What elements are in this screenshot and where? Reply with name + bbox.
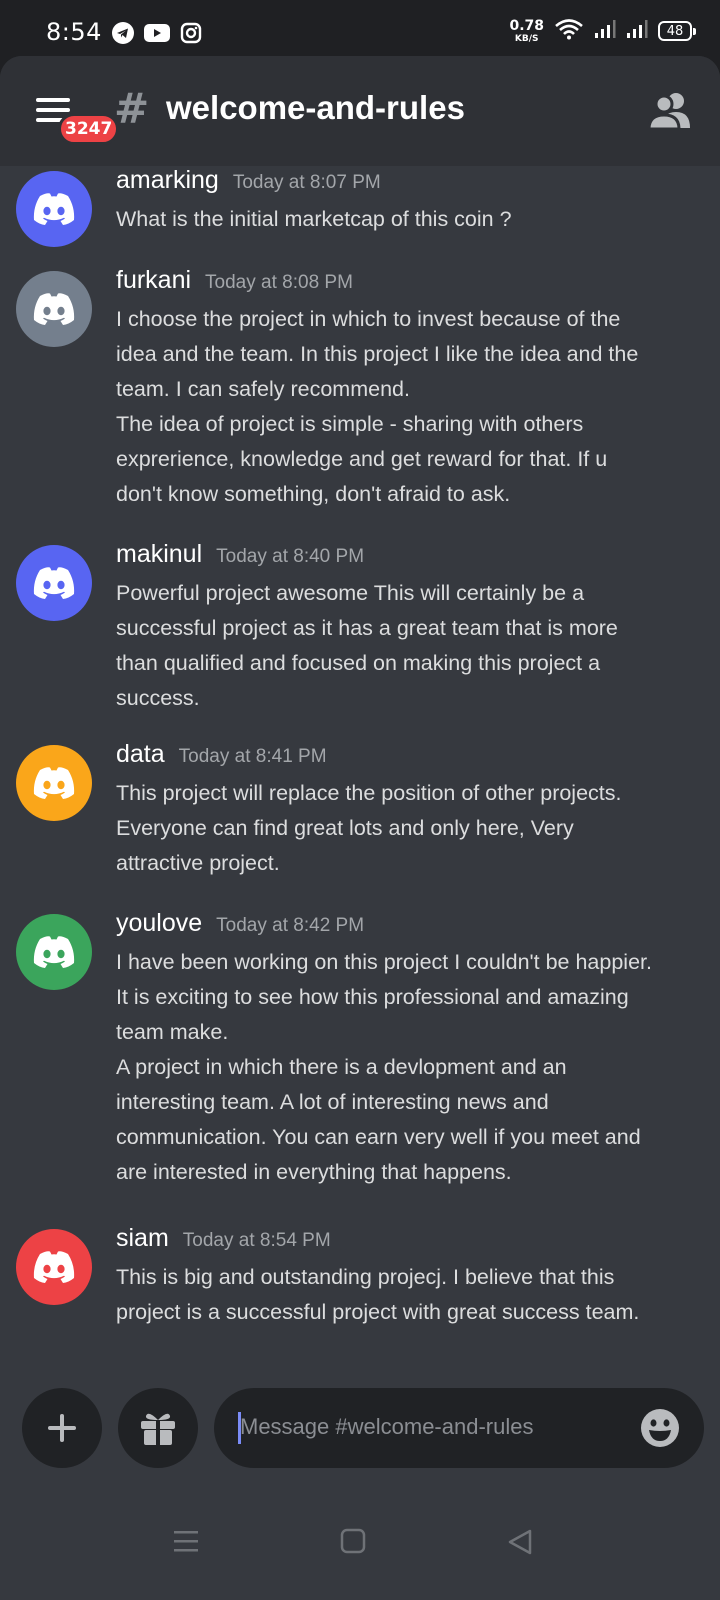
message-line: than qualified and focused on making thi… <box>116 651 601 675</box>
message-line: idea and the team. In this project I lik… <box>116 342 639 366</box>
message-content: I choose the project in which to invest … <box>116 302 716 512</box>
message-line: This project will replace the position o… <box>116 781 622 805</box>
message-header: youlove Today at 8:42 PM <box>116 909 364 938</box>
smiley-icon <box>641 1409 679 1447</box>
message-line: A project in which there is a devlopment… <box>116 1055 567 1079</box>
message-input-placeholder: Message #welcome-and-rules <box>240 1414 534 1439</box>
discord-logo-icon <box>33 936 75 968</box>
message-header: furkani Today at 8:08 PM <box>116 266 353 295</box>
back-button[interactable] <box>506 1528 534 1560</box>
status-right: 0.78 KB/S 48 <box>509 18 696 44</box>
message-line: exprerience, knowledge and get reward fo… <box>116 447 608 471</box>
network-speed-value: 0.78 <box>509 17 544 34</box>
network-speed: 0.78 KB/S <box>509 19 544 44</box>
emoji-button[interactable] <box>640 1408 680 1452</box>
channel-title[interactable]: welcome-and-rules <box>166 89 465 127</box>
message-line: don't know something, don't afraid to as… <box>116 482 511 506</box>
avatar[interactable] <box>16 545 92 621</box>
timestamp: Today at 8:54 PM <box>182 1230 331 1251</box>
message-content: Powerful project awesome This will certa… <box>116 576 716 716</box>
back-triangle-icon <box>508 1529 532 1555</box>
message-line: team. I can safely recommend. <box>116 377 410 401</box>
avatar[interactable] <box>16 171 92 247</box>
status-app-icons <box>112 22 202 44</box>
gift-button[interactable] <box>118 1388 198 1468</box>
message-line: It is exciting to see how this professio… <box>116 985 629 1009</box>
message-line: What is the initial marketcap of this co… <box>116 207 512 231</box>
message-composer: Message #welcome-and-rules <box>0 1388 720 1478</box>
message-line: attractive project. <box>116 851 280 875</box>
system-navigation-bar <box>0 1500 720 1600</box>
plus-icon <box>48 1414 76 1442</box>
discord-logo-icon <box>33 193 75 225</box>
username[interactable]: data <box>116 740 165 769</box>
message-content: This is big and outstanding projecj. I b… <box>116 1260 716 1330</box>
square-icon <box>340 1528 366 1554</box>
message-line: communication. You can earn very well if… <box>116 1125 641 1149</box>
message-content: This project will replace the position o… <box>116 776 716 881</box>
message-input[interactable]: Message #welcome-and-rules <box>214 1388 704 1468</box>
avatar[interactable] <box>16 1229 92 1305</box>
message-line: Powerful project awesome This will certa… <box>116 581 585 605</box>
username[interactable]: furkani <box>116 266 191 295</box>
channel-hash-icon: # <box>114 84 150 133</box>
timestamp: Today at 8:07 PM <box>232 172 381 193</box>
gift-icon <box>141 1413 175 1445</box>
message-line: success. <box>116 686 200 710</box>
message-header: siam Today at 8:54 PM <box>116 1224 331 1253</box>
recent-apps-button[interactable] <box>172 1528 200 1558</box>
message-content: I have been working on this project I co… <box>116 945 716 1190</box>
message-line: are interested in everything that happen… <box>116 1160 512 1184</box>
channel-header: 3247 # welcome-and-rules <box>0 56 720 166</box>
network-speed-unit: KB/S <box>514 33 539 44</box>
timestamp: Today at 8:08 PM <box>205 272 353 293</box>
avatar[interactable] <box>16 914 92 990</box>
members-button[interactable] <box>647 90 692 134</box>
username[interactable]: siam <box>116 1224 169 1253</box>
signal-icon-sim1 <box>594 19 616 43</box>
discord-logo-icon <box>33 293 75 325</box>
message-header: data Today at 8:41 PM <box>116 740 327 769</box>
telegram-icon <box>112 22 134 44</box>
battery-indicator: 48 <box>658 21 696 41</box>
instagram-icon <box>180 22 202 44</box>
message-line: The idea of project is simple - sharing … <box>116 412 584 436</box>
message-header: amarking Today at 8:07 PM <box>116 166 381 195</box>
message-line: Everyone can find great lots and only he… <box>116 816 574 840</box>
avatar[interactable] <box>16 271 92 347</box>
status-time: 8:54 <box>46 18 102 46</box>
message-line: successful project as it has a great tea… <box>116 616 618 640</box>
message-line: This is big and outstanding projecj. I b… <box>116 1265 615 1289</box>
message-line: I have been working on this project I co… <box>116 950 652 974</box>
signal-icon-sim2 <box>626 19 648 43</box>
menu-lines-icon <box>174 1531 198 1552</box>
home-button[interactable] <box>340 1528 366 1558</box>
timestamp: Today at 8:40 PM <box>216 546 365 567</box>
notification-badge: 3247 <box>58 113 120 145</box>
timestamp: Today at 8:41 PM <box>178 746 327 767</box>
members-icon <box>647 93 690 131</box>
youtube-icon <box>144 23 170 43</box>
message-line: team make. <box>116 1020 229 1044</box>
avatar[interactable] <box>16 745 92 821</box>
username[interactable]: amarking <box>116 166 219 195</box>
discord-logo-icon <box>33 1251 75 1283</box>
app-window: 3247 # welcome-and-rules amarking Today … <box>0 56 720 1600</box>
add-attachment-button[interactable] <box>22 1388 102 1468</box>
message-line: I choose the project in which to invest … <box>116 307 621 331</box>
message-content: What is the initial marketcap of this co… <box>116 202 716 237</box>
timestamp: Today at 8:42 PM <box>216 915 365 936</box>
discord-logo-icon <box>33 767 75 799</box>
username[interactable]: makinul <box>116 540 202 569</box>
message-line: interesting team. A lot of interesting n… <box>116 1090 549 1114</box>
username[interactable]: youlove <box>116 909 202 938</box>
message-line: project is a successful project with gre… <box>116 1300 640 1324</box>
discord-logo-icon <box>33 567 75 599</box>
wifi-icon <box>554 18 584 44</box>
message-header: makinul Today at 8:40 PM <box>116 540 364 569</box>
